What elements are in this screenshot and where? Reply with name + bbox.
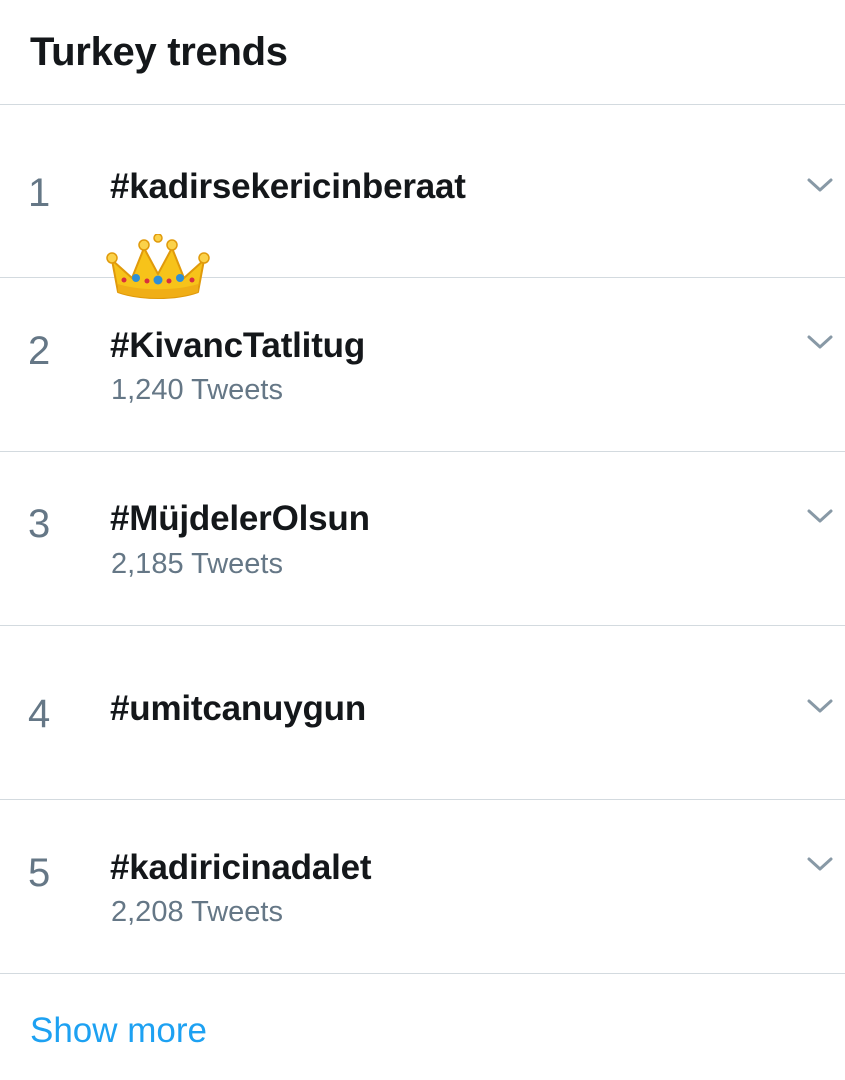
chevron-down-icon[interactable] [805, 854, 835, 874]
trend-rank: 4 [28, 692, 51, 736]
trend-rank: 1 [28, 171, 51, 215]
trends-header: Turkey trends [0, 0, 845, 105]
trend-rank: 5 [28, 851, 51, 895]
trend-name[interactable]: #MüjdelerOlsun [110, 497, 370, 541]
chevron-down-icon[interactable] [805, 696, 835, 716]
trend-item-2[interactable]: 2 #KivancTatlitug 1,240 Tweets [0, 278, 845, 452]
trend-rank: 3 [28, 502, 51, 546]
show-more-link[interactable]: Show more [30, 1009, 207, 1053]
chevron-down-icon[interactable] [805, 175, 835, 195]
chevron-down-icon[interactable] [805, 332, 835, 352]
trend-item-5[interactable]: 5 #kadiricinadalet 2,208 Tweets [0, 800, 845, 974]
trend-name[interactable]: #umitcanuygun [110, 687, 366, 731]
page-title: Turkey trends [30, 30, 288, 74]
trend-rank: 2 [28, 329, 51, 373]
trend-tweet-count: 2,185 Tweets [111, 548, 283, 580]
chevron-down-icon[interactable] [805, 506, 835, 526]
trend-name[interactable]: #KivancTatlitug [110, 324, 365, 368]
trend-name[interactable]: #kadirsekericinberaat [110, 165, 466, 209]
trend-item-3[interactable]: 3 #MüjdelerOlsun 2,185 Tweets [0, 452, 845, 626]
trend-tweet-count: 1,240 Tweets [111, 374, 283, 406]
crown-icon [106, 234, 210, 299]
trend-item-4[interactable]: 4 #umitcanuygun [0, 626, 845, 800]
trend-tweet-count: 2,208 Tweets [111, 896, 283, 928]
trend-name[interactable]: #kadiricinadalet [110, 846, 372, 890]
